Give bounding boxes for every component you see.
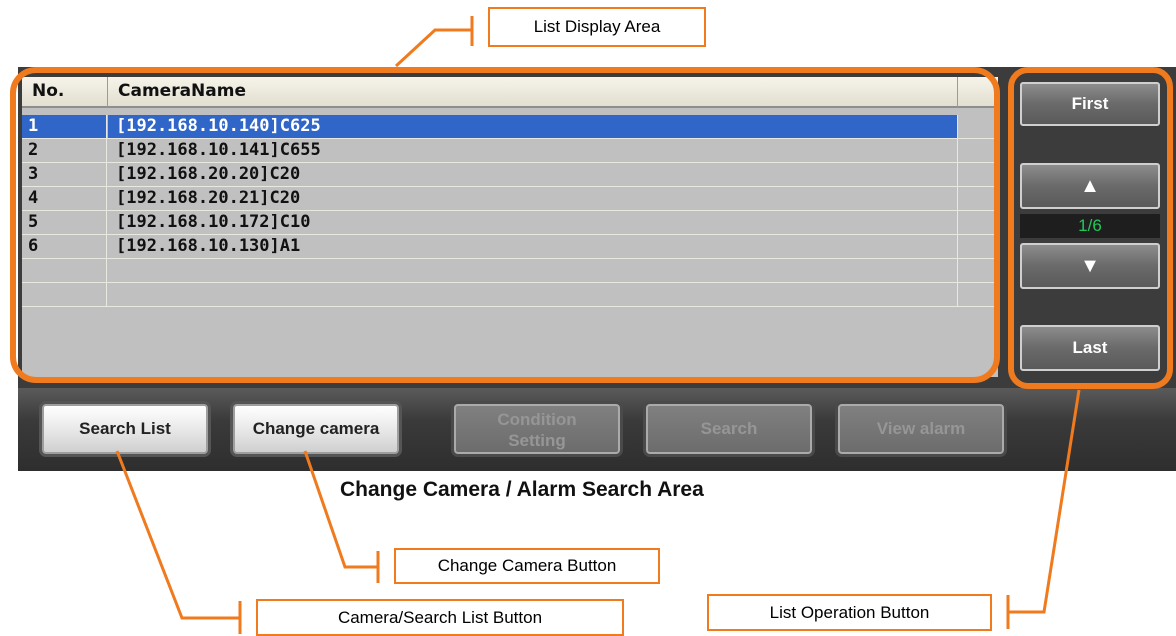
change-camera-alarm-area-title: Change Camera / Alarm Search Area xyxy=(340,478,704,501)
list-operation-button-label: List Operation Button xyxy=(707,594,992,631)
list-display-area-label: List Display Area xyxy=(488,7,706,47)
camera-search-list-button-label: Camera/Search List Button xyxy=(256,599,624,636)
annotation-connectors xyxy=(115,16,1081,634)
change-camera-button-label: Change Camera Button xyxy=(394,548,660,584)
